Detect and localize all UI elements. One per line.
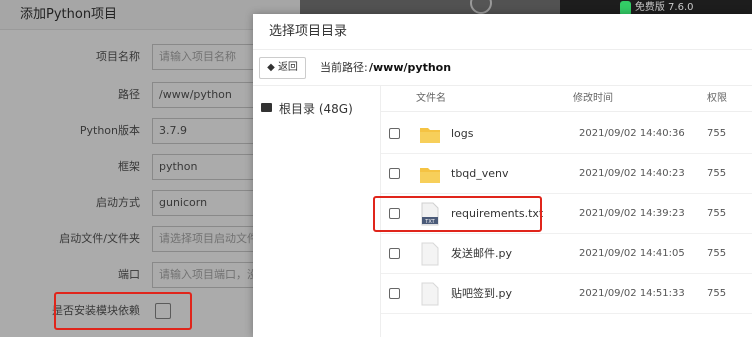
top-status-bar: 免费版 7.6.0 [560, 0, 752, 16]
file-modified: 2021/09/02 14:40:36 [579, 128, 685, 139]
file-perm: 755 [707, 208, 727, 219]
file-name: tbqd_venv [451, 167, 509, 180]
back-button[interactable]: ◆ 返回 [259, 57, 306, 79]
file-icon [421, 242, 439, 266]
table-row[interactable]: tbqd_venv 2021/09/02 14:40:23 755 [381, 154, 752, 194]
current-path-label: 当前路径: [320, 61, 368, 74]
file-modified: 2021/09/02 14:39:23 [579, 208, 685, 219]
row-checkbox[interactable] [389, 128, 400, 139]
table-row[interactable]: 发送邮件.py 2021/09/02 14:41:05 755 [381, 234, 752, 274]
current-path-value: /www/python [369, 61, 452, 74]
col-name[interactable]: 文件名 [416, 86, 446, 112]
sidebar-item-root[interactable]: 根目录 (48G) [261, 100, 353, 117]
col-perm[interactable]: 权限 [707, 86, 727, 112]
file-perm: 755 [707, 168, 727, 179]
folder-icon [420, 128, 440, 143]
row-checkbox[interactable] [389, 248, 400, 259]
file-modified: 2021/09/02 14:40:23 [579, 168, 685, 179]
file-list-header: 文件名 修改时间 权限 [381, 86, 752, 112]
table-row[interactable]: 贴吧签到.py 2021/09/02 14:51:33 755 [381, 274, 752, 314]
file-perm: 755 [707, 248, 727, 259]
root-label: 根目录 (48G) [279, 102, 353, 116]
version-text: 免费版 7.6.0 [634, 2, 694, 13]
arrow-left-icon: ◆ [267, 62, 278, 73]
dir-sidebar: 根目录 (48G) [253, 86, 381, 337]
folder-icon [420, 168, 440, 183]
file-name: logs [451, 127, 474, 140]
path-bar: ◆ 返回 当前路径: /www/python [253, 50, 752, 86]
file-icon [421, 282, 439, 306]
file-perm: 755 [707, 128, 727, 139]
row-checkbox[interactable] [389, 168, 400, 179]
select-directory-dialog: 选择项目目录 ◆ 返回 当前路径: /www/python 根目录 (48G) … [253, 14, 752, 337]
disk-icon [261, 103, 272, 112]
file-modified: 2021/09/02 14:41:05 [579, 248, 685, 259]
file-name: 贴吧签到.py [451, 287, 512, 300]
highlight-box-install-deps [54, 292, 192, 330]
file-modified: 2021/09/02 14:51:33 [579, 288, 685, 299]
highlight-box-requirements [373, 196, 542, 232]
file-perm: 755 [707, 288, 727, 299]
table-row[interactable]: logs 2021/09/02 14:40:36 755 [381, 114, 752, 154]
row-checkbox[interactable] [389, 288, 400, 299]
back-label: 返回 [277, 62, 298, 73]
dialog-title: 选择项目目录 [253, 14, 752, 50]
col-modified[interactable]: 修改时间 [573, 86, 613, 112]
file-name: 发送邮件.py [451, 247, 512, 260]
